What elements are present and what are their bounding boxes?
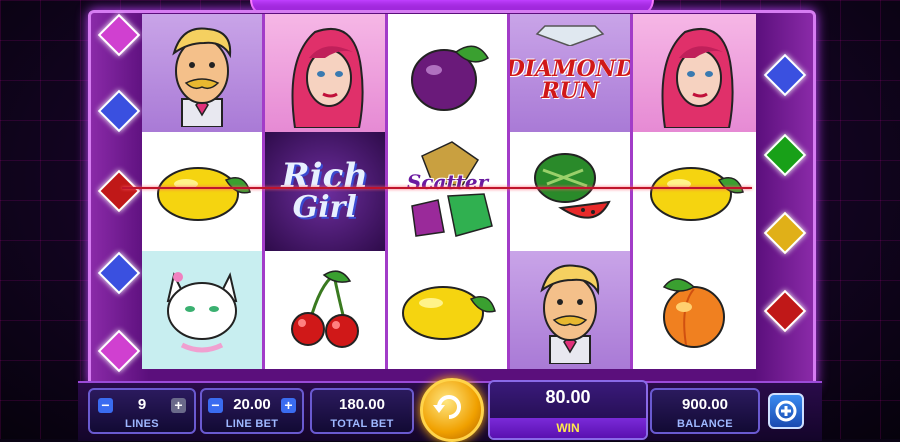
scatter-label: Scatter [406, 170, 489, 195]
win-value: 80.00 [545, 387, 591, 407]
reel-2-row-1-woman-symbol [264, 14, 388, 133]
reel-grid: DIAMOND RUN Rich Girl Scatter [142, 14, 756, 369]
reel-3-row-2-scatter-symbol: Scatter [388, 132, 511, 251]
balance-label: BALANCE [677, 418, 733, 430]
peach-icon [662, 278, 725, 348]
lines-plus-button[interactable]: + [171, 398, 186, 413]
total-bet-display: 180.00 TOTAL BET [310, 388, 414, 434]
line-bet-control: − 20.00 + LINE BET [200, 388, 304, 434]
line-bet-label: LINE BET [225, 418, 279, 430]
reel-2-row-2-rich-girl-symbol: Rich Girl [264, 132, 388, 251]
rich-girl-line2: Girl [292, 190, 357, 226]
lemon-icon [402, 285, 497, 340]
plum-icon [411, 45, 490, 112]
reel-3-row-1-plum-symbol [388, 14, 511, 133]
reel-4-row-3-man-symbol [510, 250, 634, 369]
line-bet-plus-button[interactable]: + [281, 398, 296, 413]
reel-4-row-1-diamond-run-symbol: DIAMOND RUN [510, 14, 634, 133]
man-face-icon [540, 264, 600, 364]
diamond-icon [535, 25, 605, 46]
win-display: 80.00 WIN [488, 380, 648, 440]
reel-2-row-3-cherries-symbol [265, 250, 388, 369]
diamond-run-line1: DIAMOND [510, 56, 634, 83]
lemon-icon [649, 167, 744, 222]
reel-5-row-2-lemon-symbol [633, 132, 756, 250]
watermelon-icon [534, 153, 612, 219]
lines-control: − 9 + LINES [88, 388, 196, 434]
cat-icon [166, 271, 238, 353]
spin-button[interactable] [420, 378, 484, 442]
man-face-icon [172, 27, 231, 128]
settings-menu-icon [775, 400, 797, 422]
reel-3-row-3-lemon-symbol [388, 250, 511, 369]
reel-1-row-1-man-symbol [142, 14, 265, 133]
total-bet-label: TOTAL BET [330, 418, 394, 430]
woman-face-icon [291, 28, 364, 129]
woman-face-icon [661, 28, 734, 129]
reel-5-row-3-peach-symbol [633, 251, 756, 369]
win-label: WIN [490, 418, 646, 438]
spin-refresh-icon [433, 395, 461, 419]
lines-label: LINES [125, 418, 159, 430]
balance-value: 900.00 [682, 396, 728, 413]
winning-payline [122, 187, 752, 189]
reel-5-row-1-woman-symbol [633, 14, 756, 133]
reel-1-row-2-lemon-symbol [142, 132, 265, 251]
reel-1-row-3-cat-symbol [142, 250, 265, 369]
diamond-run-line2: RUN [541, 78, 600, 105]
lemon-icon [156, 167, 251, 222]
total-bet-value: 180.00 [339, 396, 385, 413]
settings-menu-button[interactable] [768, 393, 804, 429]
reel-4-row-2-watermelon-symbol [510, 132, 634, 251]
cherries-icon [290, 270, 359, 348]
balance-display: 900.00 BALANCE [650, 388, 760, 434]
